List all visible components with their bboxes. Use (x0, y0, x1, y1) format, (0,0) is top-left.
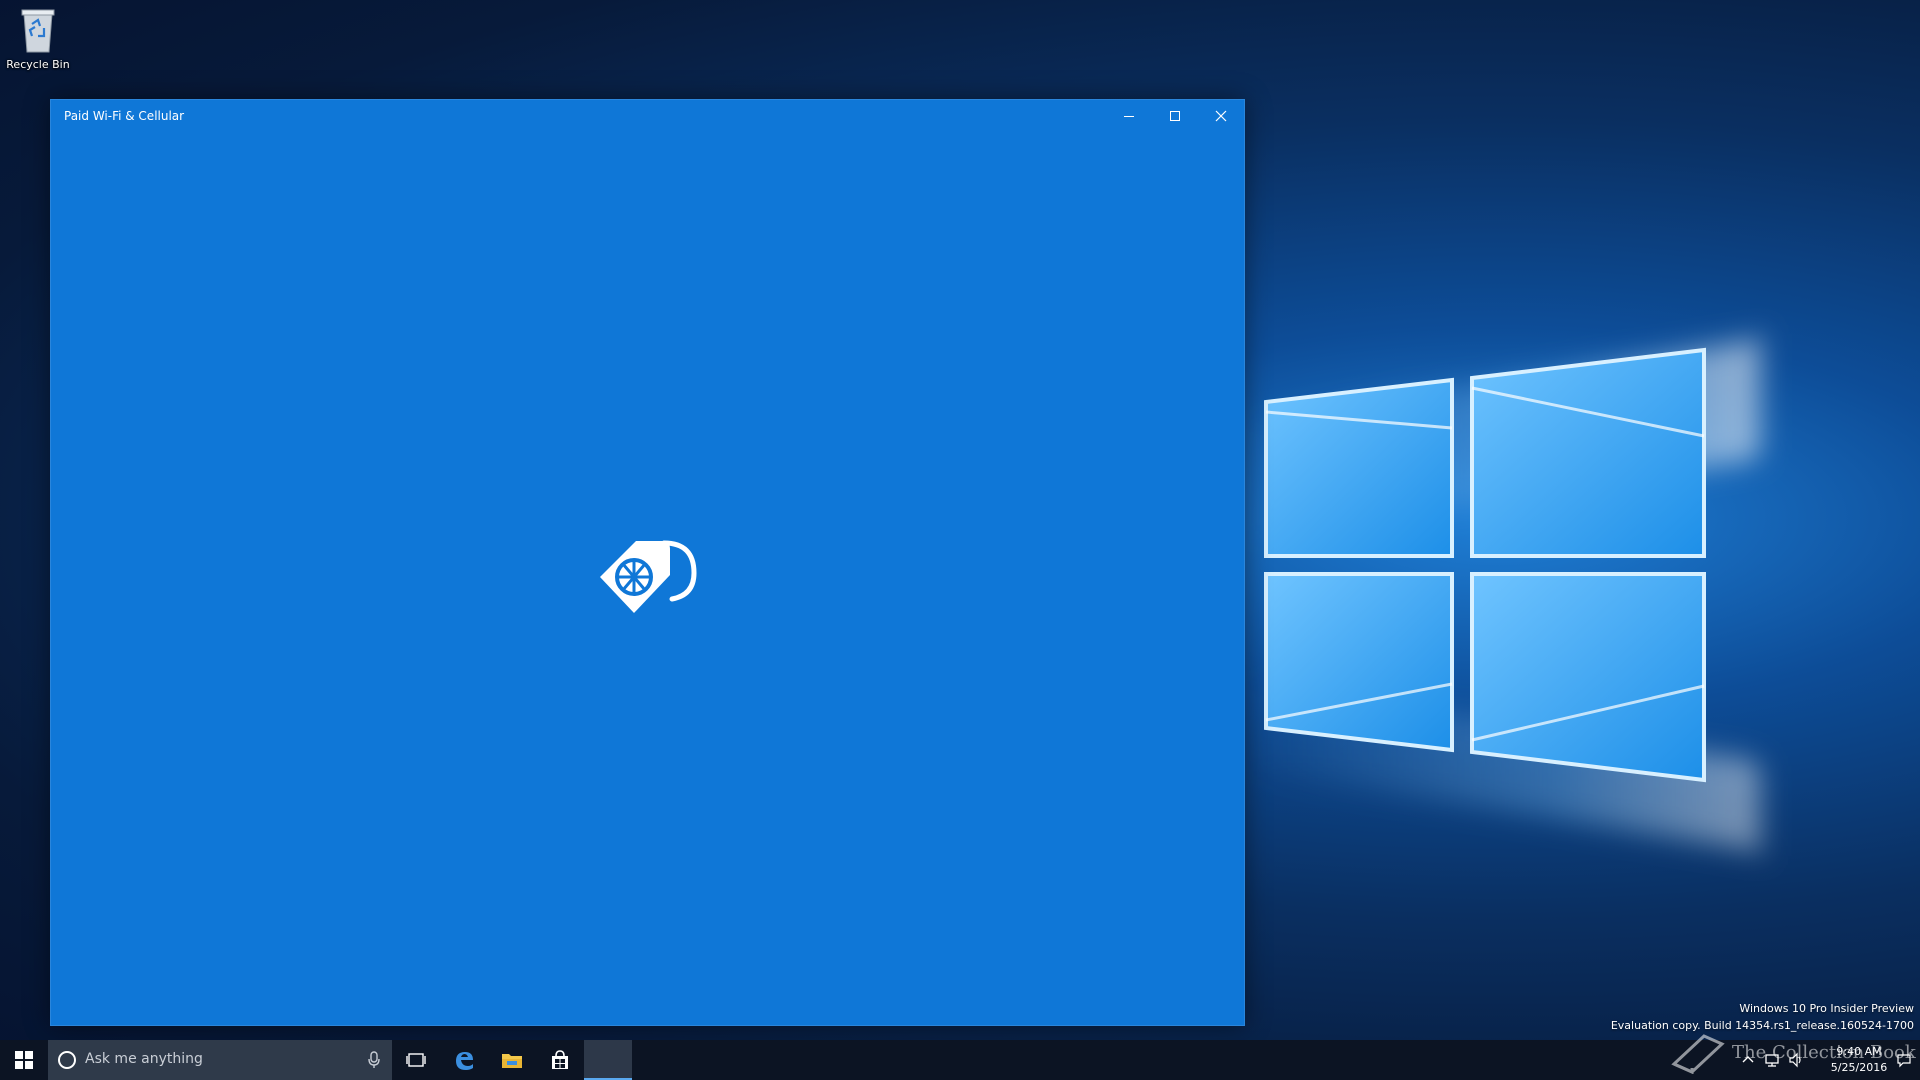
windows-logo-wallpaper (1264, 347, 1706, 783)
file-explorer-button[interactable] (488, 1040, 536, 1080)
title-bar[interactable]: Paid Wi-Fi & Cellular (51, 100, 1244, 132)
maximize-button[interactable] (1152, 100, 1198, 132)
watermark-edition: Windows 10 Pro Insider Preview (1739, 1002, 1914, 1015)
taskbar: Ask me anything 9:40 AM 5/25/2016 (0, 1040, 1920, 1080)
task-view-icon (406, 1053, 426, 1067)
store-button[interactable] (536, 1040, 584, 1080)
brand-watermark: The Collection Book (1670, 1030, 1920, 1080)
store-icon (552, 1050, 568, 1069)
close-button[interactable] (1198, 100, 1244, 132)
task-view-button[interactable] (392, 1040, 440, 1080)
edge-icon (456, 1052, 473, 1070)
windows-start-icon (15, 1051, 33, 1069)
minimize-icon (1124, 116, 1134, 117)
minimize-button[interactable] (1106, 100, 1152, 132)
close-icon (1215, 110, 1227, 122)
start-button[interactable] (0, 1040, 48, 1080)
desktop-icon-recycle-bin[interactable]: Recycle Bin (4, 6, 72, 71)
maximize-icon (1170, 111, 1180, 121)
book-icon (1671, 1034, 1725, 1075)
recycle-bin-icon (21, 9, 55, 53)
window-title: Paid Wi-Fi & Cellular (64, 109, 185, 123)
desktop-icon-label: Recycle Bin (6, 58, 70, 71)
edge-button[interactable] (440, 1040, 488, 1080)
build-watermark: Windows 10 Pro Insider Preview Evaluatio… (1611, 1000, 1914, 1034)
file-explorer-icon (502, 1054, 522, 1068)
microphone-icon[interactable] (366, 1050, 382, 1070)
search-box[interactable]: Ask me anything (48, 1040, 392, 1080)
taskbar-app-paid-wifi[interactable] (584, 1040, 632, 1080)
paid-wifi-cellular-icon (600, 540, 697, 613)
cortana-icon (58, 1051, 76, 1069)
brand-text: The Collection Book (1732, 1042, 1916, 1063)
app-window: Paid Wi-Fi & Cellular (50, 99, 1245, 1026)
search-placeholder: Ask me anything (85, 1051, 203, 1067)
